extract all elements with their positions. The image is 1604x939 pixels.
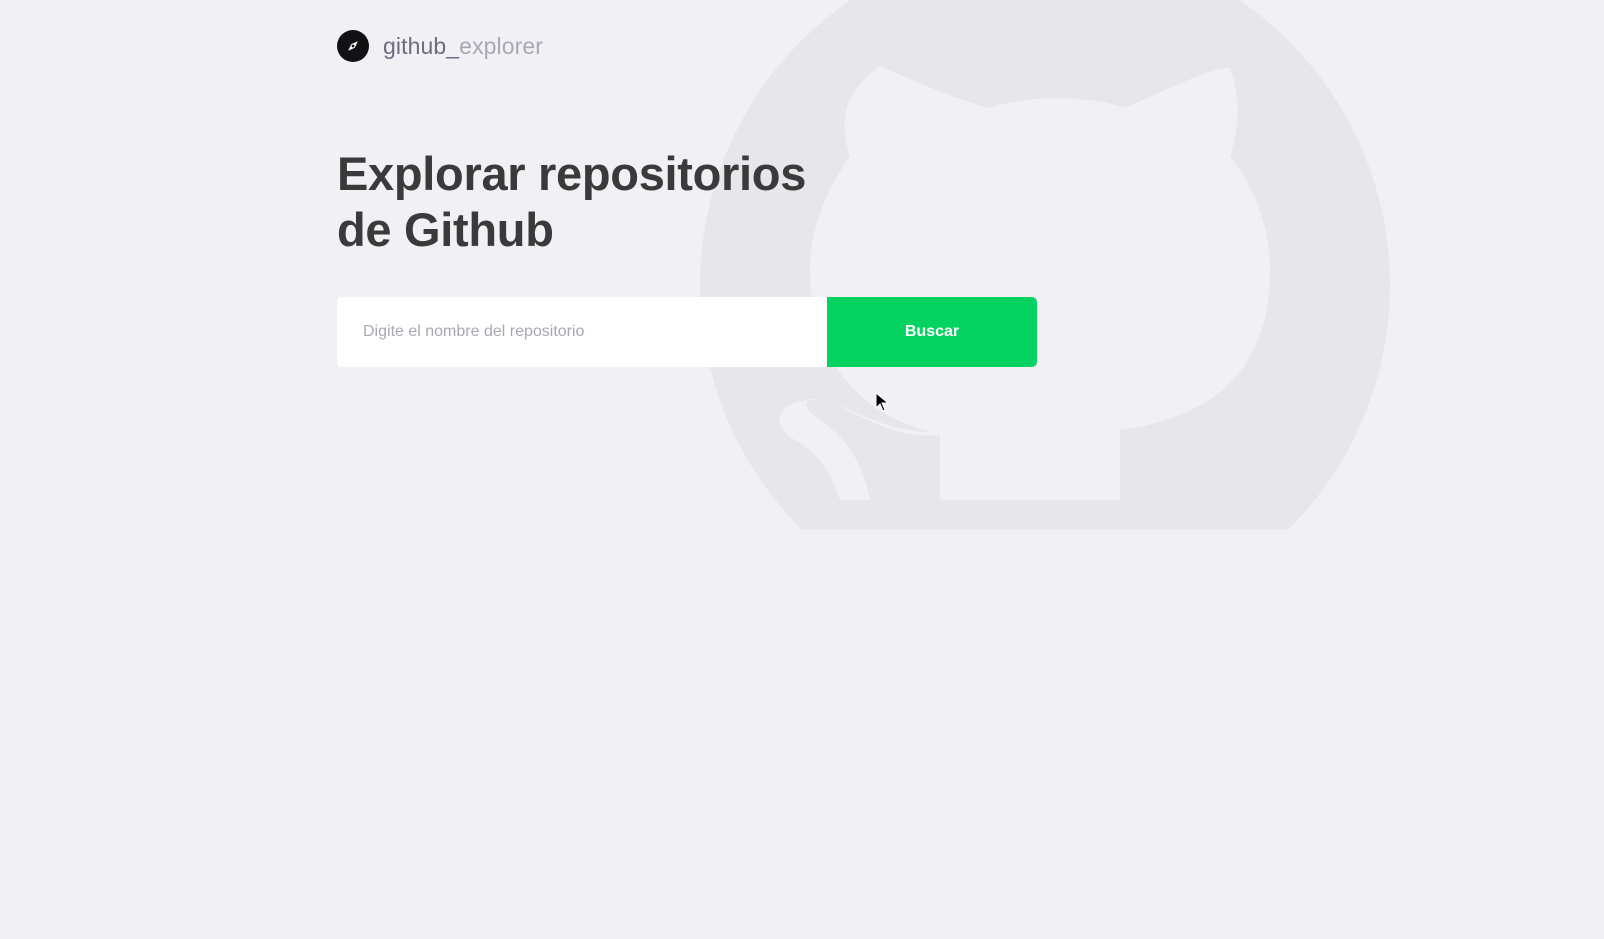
github-octocat-background-icon [700, 0, 1390, 530]
page-title-line-2: de Github [337, 203, 554, 256]
logo-text-accent: explorer [459, 32, 544, 59]
app-page: github_explorer Explorar repositorios de… [0, 0, 1604, 939]
logo-text: github_explorer [383, 33, 543, 60]
mouse-cursor-icon [875, 392, 889, 412]
page-title: Explorar repositorios de Github [337, 146, 857, 258]
search-button[interactable]: Buscar [827, 297, 1037, 367]
repository-search-form: Buscar [337, 297, 1037, 367]
repository-search-input[interactable] [337, 297, 827, 367]
logo-text-main: github_ [383, 32, 460, 59]
compass-icon [337, 30, 369, 62]
page-title-line-1: Explorar repositorios [337, 147, 807, 200]
app-logo: github_explorer [337, 30, 543, 62]
